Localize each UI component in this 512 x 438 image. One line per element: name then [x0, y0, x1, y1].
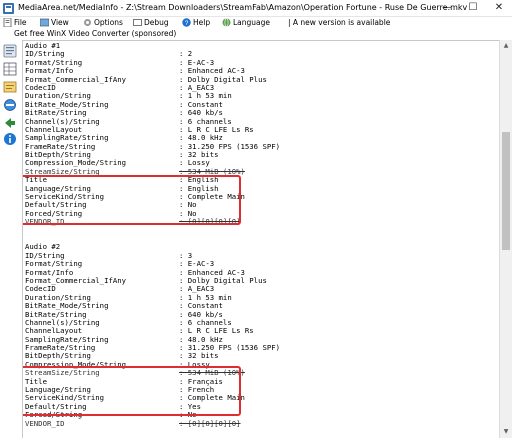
html-view-icon[interactable]	[3, 98, 17, 112]
vertical-scrollbar[interactable]: ▲ ▼	[499, 40, 512, 438]
menu-options-label: Options	[94, 18, 123, 27]
sponsored-link[interactable]: Get free WinX Video Converter (sponsored…	[14, 29, 176, 39]
view-sidebar	[0, 40, 20, 145]
info-key: VENDOR_ID	[25, 418, 65, 428]
file-icon	[3, 18, 12, 27]
close-button[interactable]: ✕	[486, 0, 512, 16]
info-text-panel[interactable]: Audio #1 ID/String: 2 Format/String: E-AC-…	[22, 40, 499, 438]
svg-text:?: ?	[185, 20, 189, 27]
maximize-button[interactable]: ☐	[460, 0, 486, 16]
menu-bar: File View Options Debug ? Help Language |…	[0, 17, 512, 29]
scroll-down-arrow-icon[interactable]: ▼	[500, 426, 512, 438]
options-icon	[84, 19, 91, 26]
menu-view[interactable]: View	[40, 17, 69, 29]
minimize-button[interactable]: —	[434, 0, 460, 16]
menu-language[interactable]: Language	[222, 17, 270, 29]
info-row: Format_Commercial_IfAny: Dolby Digital P…	[25, 276, 280, 285]
menu-file[interactable]: File	[3, 17, 27, 29]
view-icon	[40, 18, 49, 27]
highlight-box-audio-2	[23, 366, 241, 416]
sheet-view-icon[interactable]	[3, 62, 17, 76]
scroll-thumb[interactable]	[502, 132, 510, 250]
highlight-box-audio-1	[23, 175, 241, 225]
mediainfo-app-icon	[3, 3, 14, 14]
menu-language-label: Language	[233, 18, 271, 27]
update-notice[interactable]: | A new version is available	[288, 17, 390, 29]
menu-help-label: Help	[193, 18, 211, 27]
info-row: VENDOR_ID : [0][0][0][0]	[25, 418, 280, 428]
tree-view-icon[interactable]	[3, 80, 17, 94]
menu-debug[interactable]: Debug	[133, 17, 169, 29]
debug-icon	[133, 19, 142, 26]
easy-view-icon[interactable]	[3, 44, 17, 58]
globe-icon	[222, 18, 231, 27]
title-bar: MediaArea.net/MediaInfo - Z:\Stream Down…	[0, 0, 512, 17]
info-row: Format_Commercial_IfAny: Dolby Digital P…	[25, 75, 280, 84]
scroll-up-arrow-icon[interactable]: ▲	[500, 40, 512, 52]
menu-view-label: View	[51, 18, 69, 27]
menu-debug-label: Debug	[144, 18, 169, 27]
help-icon: ?	[182, 18, 191, 27]
menu-options[interactable]: Options	[83, 17, 123, 29]
info-value: : [0][0][0][0]	[179, 418, 241, 428]
info-icon[interactable]	[3, 132, 17, 146]
window-title: MediaArea.net/MediaInfo - Z:\Stream Down…	[18, 3, 468, 12]
menu-file-label: File	[14, 18, 27, 27]
menu-help[interactable]: ? Help	[182, 17, 210, 29]
export-icon[interactable]	[3, 116, 17, 130]
